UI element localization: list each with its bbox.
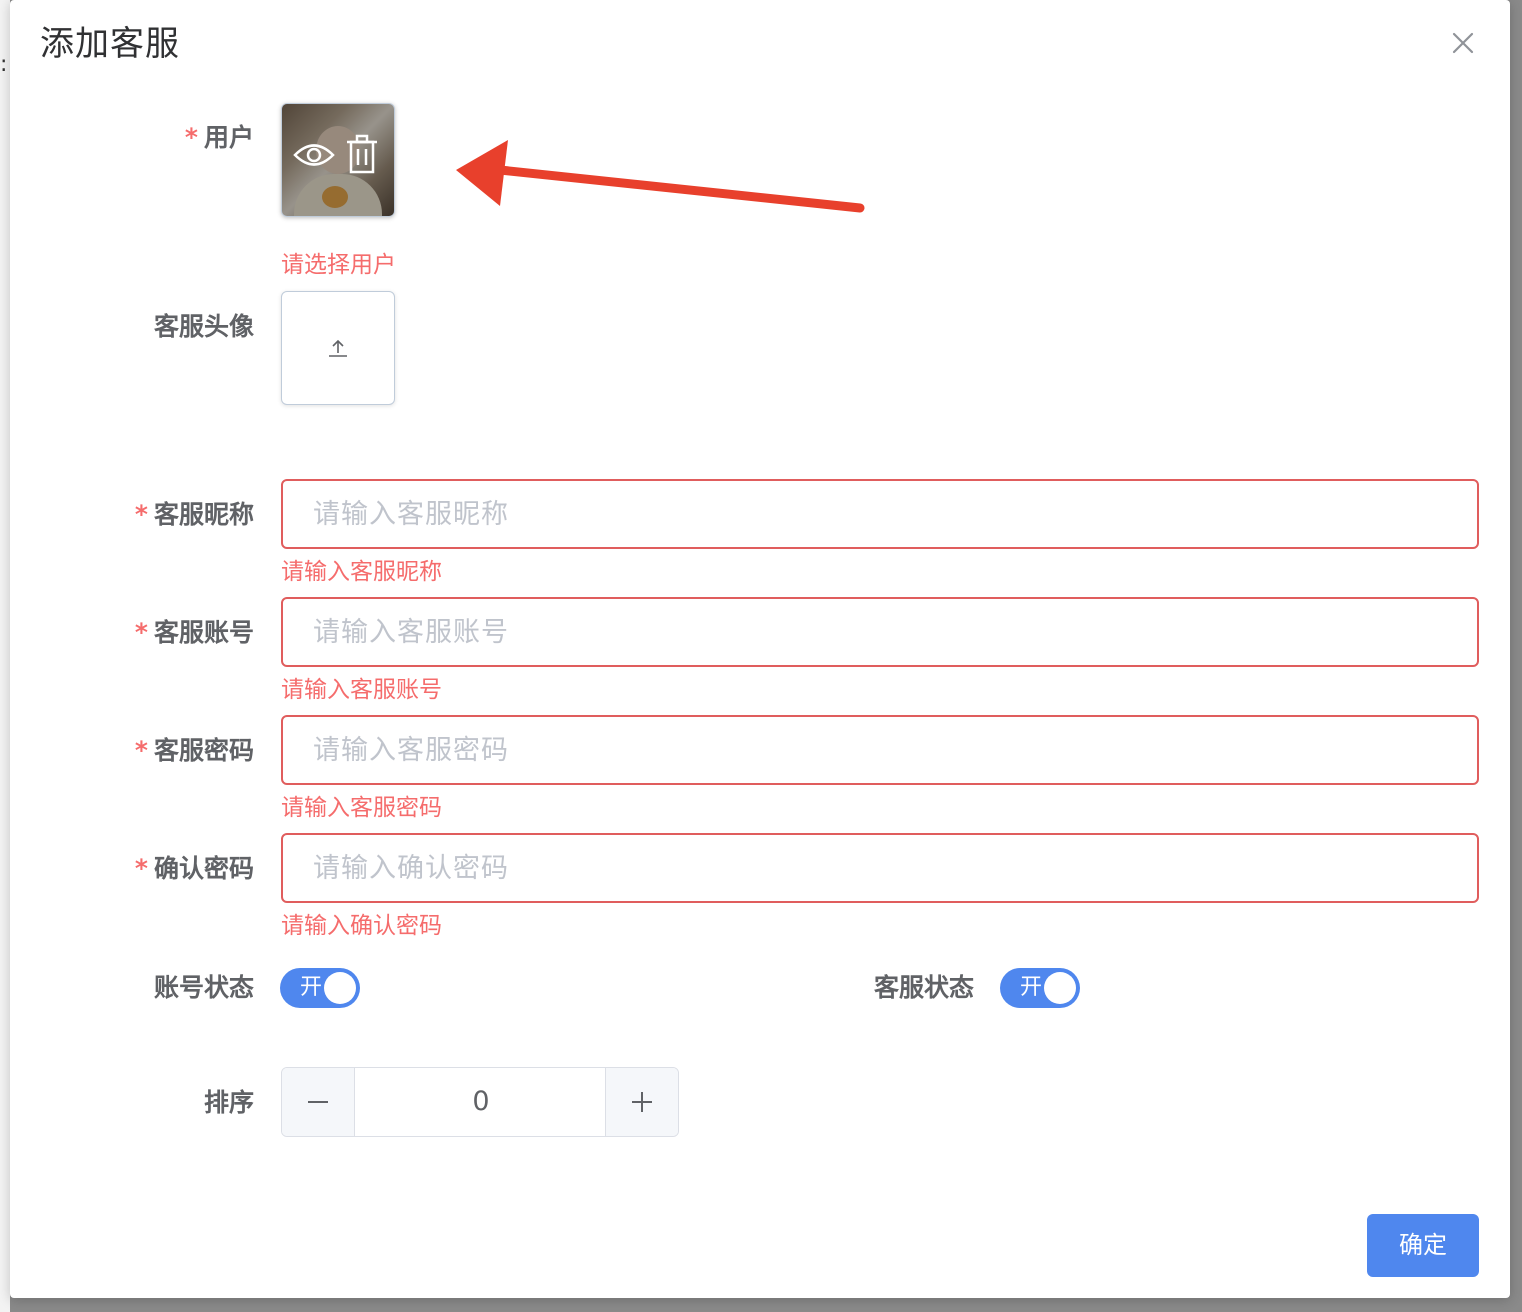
password-input[interactable] bbox=[283, 717, 1477, 783]
confirm-password-label: * 确认密码 bbox=[10, 851, 254, 887]
avatar-label: 客服头像 bbox=[10, 309, 254, 345]
user-label: * 用户 bbox=[10, 120, 254, 156]
sort-value-input[interactable]: 0 bbox=[355, 1068, 607, 1136]
background-page bbox=[0, 0, 10, 1312]
account-error: 请输入客服账号 bbox=[281, 677, 442, 703]
user-error: 请选择用户 bbox=[281, 252, 396, 278]
close-icon[interactable] bbox=[1448, 28, 1478, 58]
required-mark: * bbox=[134, 854, 148, 883]
service-status-label-text: 客服状态 bbox=[873, 973, 974, 1002]
nickname-label: * 客服昵称 bbox=[10, 497, 254, 533]
account-label: * 客服账号 bbox=[10, 615, 254, 651]
required-mark: * bbox=[134, 736, 148, 765]
add-service-dialog: 添加客服 * 用户 请选择用户 客服头像 * 客服昵称 请输入客服昵称 请输入客… bbox=[10, 0, 1510, 1298]
account-label-text: 客服账号 bbox=[153, 618, 254, 647]
service-status-label: 客服状态 bbox=[730, 970, 974, 1006]
background-colon: : bbox=[0, 52, 8, 77]
confirm-password-field-wrapper bbox=[281, 833, 1479, 903]
account-status-switch[interactable]: 开 bbox=[280, 968, 360, 1008]
account-field-wrapper bbox=[281, 597, 1479, 667]
annotation-arrow bbox=[456, 140, 865, 213]
confirm-password-label-text: 确认密码 bbox=[153, 854, 254, 883]
account-status-label: 账号状态 bbox=[10, 970, 254, 1006]
nickname-label-text: 客服昵称 bbox=[153, 500, 254, 529]
user-thumbnail[interactable] bbox=[281, 103, 395, 217]
nickname-field-wrapper bbox=[281, 479, 1479, 549]
plus-icon bbox=[632, 1092, 652, 1112]
password-error: 请输入客服密码 bbox=[281, 795, 442, 821]
user-label-text: 用户 bbox=[203, 123, 254, 152]
account-status-label-text: 账号状态 bbox=[153, 973, 254, 1002]
sort-increment-button[interactable] bbox=[605, 1068, 678, 1136]
sort-label: 排序 bbox=[10, 1085, 254, 1121]
trash-icon[interactable] bbox=[344, 134, 380, 174]
switch-knob bbox=[324, 972, 356, 1004]
required-mark: * bbox=[134, 500, 148, 529]
avatar-upload-button[interactable] bbox=[281, 291, 395, 405]
required-mark: * bbox=[134, 618, 148, 647]
confirm-button[interactable]: 确定 bbox=[1367, 1214, 1479, 1277]
switch-text: 开 bbox=[300, 975, 323, 1000]
sort-label-text: 排序 bbox=[203, 1088, 254, 1117]
confirm-password-input[interactable] bbox=[283, 835, 1477, 901]
upload-icon bbox=[329, 339, 347, 357]
account-input[interactable] bbox=[283, 599, 1477, 665]
nickname-error: 请输入客服昵称 bbox=[281, 559, 442, 585]
password-label-text: 客服密码 bbox=[153, 736, 254, 765]
password-label: * 客服密码 bbox=[10, 733, 254, 769]
password-field-wrapper bbox=[281, 715, 1479, 785]
sort-stepper: 0 bbox=[281, 1067, 679, 1137]
dialog-title: 添加客服 bbox=[40, 24, 180, 64]
minus-icon bbox=[308, 1101, 328, 1103]
nickname-input[interactable] bbox=[283, 481, 1477, 547]
eye-icon[interactable] bbox=[292, 140, 336, 170]
service-status-switch[interactable]: 开 bbox=[1000, 968, 1080, 1008]
avatar-label-text: 客服头像 bbox=[153, 312, 254, 341]
sort-decrement-button[interactable] bbox=[282, 1068, 355, 1136]
confirm-password-error: 请输入确认密码 bbox=[281, 913, 442, 939]
switch-text: 开 bbox=[1020, 975, 1043, 1000]
switch-knob bbox=[1044, 972, 1076, 1004]
required-mark: * bbox=[184, 123, 198, 152]
